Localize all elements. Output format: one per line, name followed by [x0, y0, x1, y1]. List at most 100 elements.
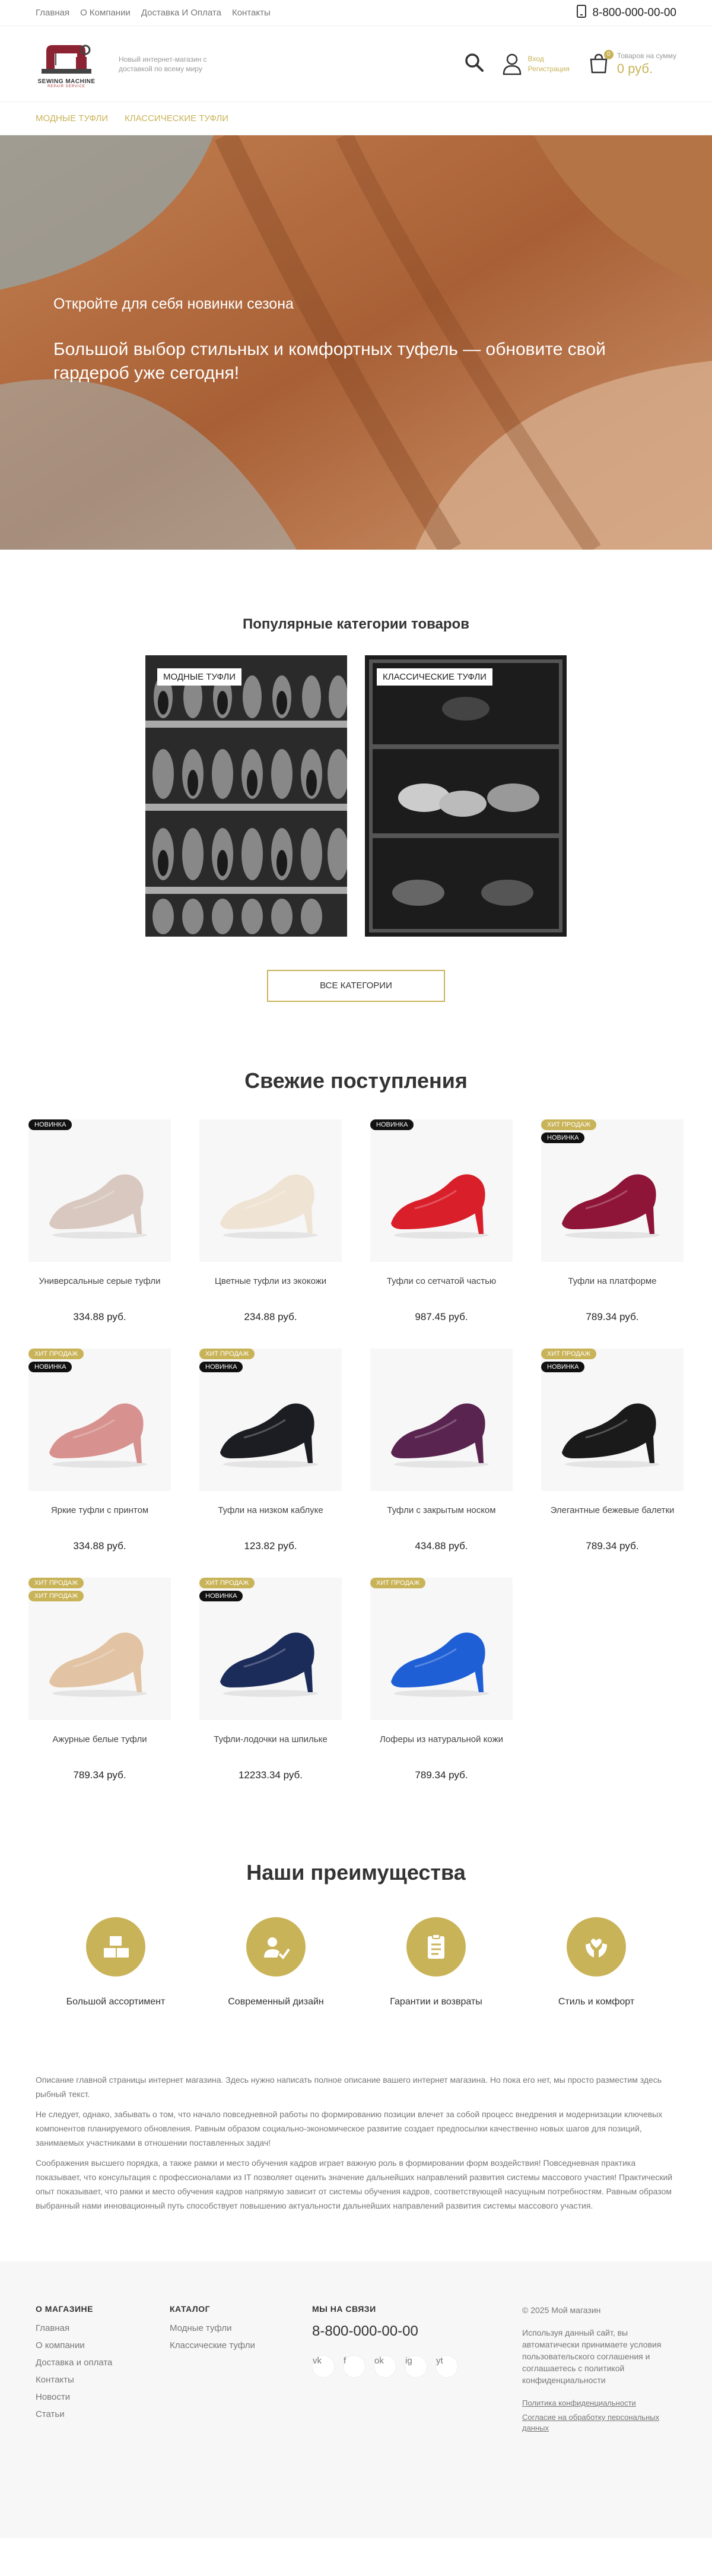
advantage-label: Гарантии и возвраты: [390, 1997, 482, 2007]
product-image[interactable]: [370, 1119, 513, 1262]
product-card[interactable]: Хит продаж Новинка Элегантные бежевые бале…: [541, 1349, 684, 1552]
product-badge: Новинка: [28, 1119, 72, 1130]
product-card[interactable]: Хит продаж Лоферы из натуральной кожи 789.…: [370, 1578, 513, 1781]
all-categories-button[interactable]: Все категории: [267, 970, 445, 1002]
vk-icon[interactable]: vk: [312, 2355, 335, 2378]
shoe-image: [220, 1632, 318, 1697]
product-name[interactable]: Универсальные серые туфли: [28, 1276, 171, 1286]
youtube-icon[interactable]: yt: [436, 2355, 458, 2378]
footer-link-classic[interactable]: Классические туфли: [170, 2340, 312, 2350]
footer: О магазине Главная О компании Доставка и…: [0, 2261, 712, 2538]
footer-legal: © 2025 Мой магазин Используя данный сайт…: [522, 2304, 676, 2538]
register-link[interactable]: Регистрация: [528, 64, 570, 74]
product-price: 789.34 руб.: [586, 1311, 639, 1322]
product-badges: Хит продаж Новинка: [541, 1349, 597, 1372]
logo[interactable]: SEWING MACHINE REPAIR SERVICE: [36, 36, 97, 93]
product-price: 334.88 руб.: [73, 1311, 126, 1322]
product-price: 123.82 руб.: [244, 1540, 297, 1552]
advantages: Наши преимущества Большой ассортимент Со…: [0, 1771, 712, 2007]
search-button[interactable]: [464, 52, 484, 75]
catnav-classic[interactable]: Классические туфли: [125, 113, 228, 123]
instagram-icon[interactable]: ig: [405, 2355, 427, 2378]
product-card[interactable]: Хит продаж Новинка Туфли на низком каблуке…: [199, 1349, 342, 1552]
shoe-image: [49, 1174, 147, 1239]
user-icon: [503, 53, 521, 75]
login-link[interactable]: Вход: [528, 54, 570, 64]
product-name[interactable]: Туфли на низком каблуке: [199, 1505, 342, 1515]
hands-icon: [586, 1939, 607, 1958]
product-image[interactable]: [199, 1119, 342, 1262]
product-card[interactable]: Туфли с закрытым носком 434.88 руб.: [370, 1349, 513, 1552]
shoe-image: [391, 1632, 489, 1697]
product-name[interactable]: Туфли-лодочки на шпильке: [199, 1734, 342, 1744]
product-card[interactable]: Хит продаж Хит продаж Ажурные белые туфли 7…: [28, 1578, 171, 1781]
top-nav-contacts[interactable]: Контакты: [232, 8, 271, 18]
boxes-icon: [104, 1936, 129, 1958]
footer-link-contacts[interactable]: Контакты: [36, 2375, 170, 2385]
cart[interactable]: 0 Товаров на сумму 0 руб.: [587, 49, 676, 77]
odnoklassniki-icon[interactable]: ok: [374, 2355, 396, 2378]
social-links: vk f ok ig yt: [312, 2355, 490, 2385]
description-paragraph: Не следует, однако, забывать о том, что …: [36, 2109, 663, 2147]
product-price: 12233.34 руб.: [238, 1769, 303, 1781]
category-card-classic[interactable]: Классические туфли: [365, 655, 567, 937]
new-arrivals-title: Свежие поступления: [244, 1068, 468, 1093]
footer-link-home[interactable]: Главная: [36, 2323, 170, 2333]
product-badge: Новинка: [541, 1362, 585, 1372]
privacy-link[interactable]: Политика конфиденциальности: [522, 2398, 676, 2409]
product-badge: Хит продаж: [199, 1349, 255, 1359]
catnav-fashion[interactable]: Модные туфли: [36, 113, 108, 123]
product-image[interactable]: [370, 1349, 513, 1491]
product-price: 987.45 руб.: [415, 1311, 468, 1322]
product-price: 434.88 руб.: [415, 1540, 468, 1552]
product-card[interactable]: Хит продаж Новинка Туфли-лодочки на шпильк…: [199, 1578, 342, 1781]
shoe-image: [562, 1174, 660, 1239]
top-nav: Главная О Компании Доставка И Оплата Кон…: [36, 8, 271, 18]
product-card[interactable]: Новинка Универсальные серые туфли 334.88 р…: [28, 1119, 171, 1322]
product-name[interactable]: Лоферы из натуральной кожи: [370, 1734, 513, 1744]
product-name[interactable]: Туфли со сетчатой частью: [370, 1276, 513, 1286]
product-card[interactable]: Хит продаж Новинка Яркие туфли с принтом 33…: [28, 1349, 171, 1552]
product-name[interactable]: Туфли с закрытым носком: [370, 1505, 513, 1515]
product-badge: Хит продаж: [541, 1349, 597, 1359]
footer-phone[interactable]: 8-800-000-00-00: [312, 2323, 490, 2340]
top-nav-delivery[interactable]: Доставка И Оплата: [141, 8, 221, 18]
category-label-fashion: Модные туфли: [157, 668, 241, 686]
category-nav: Модные туфли Классические туфли: [0, 102, 712, 135]
advantage-comfort: Стиль и комфорт: [531, 1917, 662, 2007]
product-name[interactable]: Ажурные белые туфли: [28, 1734, 171, 1744]
footer-link-news[interactable]: Новости: [36, 2392, 170, 2402]
product-name[interactable]: Элегантные бежевые балетки: [541, 1505, 684, 1515]
footer-link-articles[interactable]: Статьи: [36, 2409, 170, 2419]
top-phone[interactable]: 8-800-000-00-00: [577, 4, 676, 21]
product-card[interactable]: Новинка Туфли со сетчатой частью 987.45 ру…: [370, 1119, 513, 1322]
header: SEWING MACHINE REPAIR SERVICE Новый инте…: [0, 26, 712, 102]
product-price: 789.34 руб.: [73, 1769, 126, 1781]
top-nav-about[interactable]: О Компании: [80, 8, 131, 18]
usage-notice: Используя данный сайт, вы автоматически …: [522, 2328, 662, 2385]
product-image[interactable]: [370, 1578, 513, 1720]
product-image[interactable]: [28, 1119, 171, 1262]
product-card[interactable]: Цветные туфли из экокожи 234.88 руб.: [199, 1119, 342, 1322]
shoe-image: [49, 1632, 147, 1697]
product-name[interactable]: Яркие туфли с принтом: [28, 1505, 171, 1515]
footer-link-about[interactable]: О компании: [36, 2340, 170, 2350]
shoe-image: [220, 1403, 318, 1468]
advantage-guarantee: Гарантии и возвраты: [371, 1917, 501, 2007]
top-nav-home[interactable]: Главная: [36, 8, 69, 18]
facebook-icon[interactable]: f: [343, 2355, 365, 2378]
product-badges: Хит продаж Новинка: [28, 1349, 84, 1372]
footer-catalog-title: Каталог: [170, 2304, 211, 2314]
footer-link-fashion[interactable]: Модные туфли: [170, 2323, 312, 2333]
cart-sum: 0 руб.: [616, 61, 653, 76]
copyright: © 2025 Мой магазин: [522, 2305, 601, 2315]
product-badges: Хит продаж Хит продаж: [28, 1578, 84, 1601]
category-card-fashion[interactable]: Модные туфли: [145, 655, 347, 937]
product-name[interactable]: Туфли на платформе: [541, 1276, 684, 1286]
product-badges: Хит продаж Новинка: [199, 1349, 255, 1372]
product-card[interactable]: Хит продаж Новинка Туфли на платформе 789.3…: [541, 1119, 684, 1322]
product-name[interactable]: Цветные туфли из экокожи: [199, 1276, 342, 1286]
hero-banner: Откройте для себя новинки сезона Большой…: [0, 135, 712, 550]
footer-link-delivery[interactable]: Доставка и оплата: [36, 2358, 170, 2368]
consent-link[interactable]: Согласие на обработку персональных данны…: [522, 2412, 676, 2434]
